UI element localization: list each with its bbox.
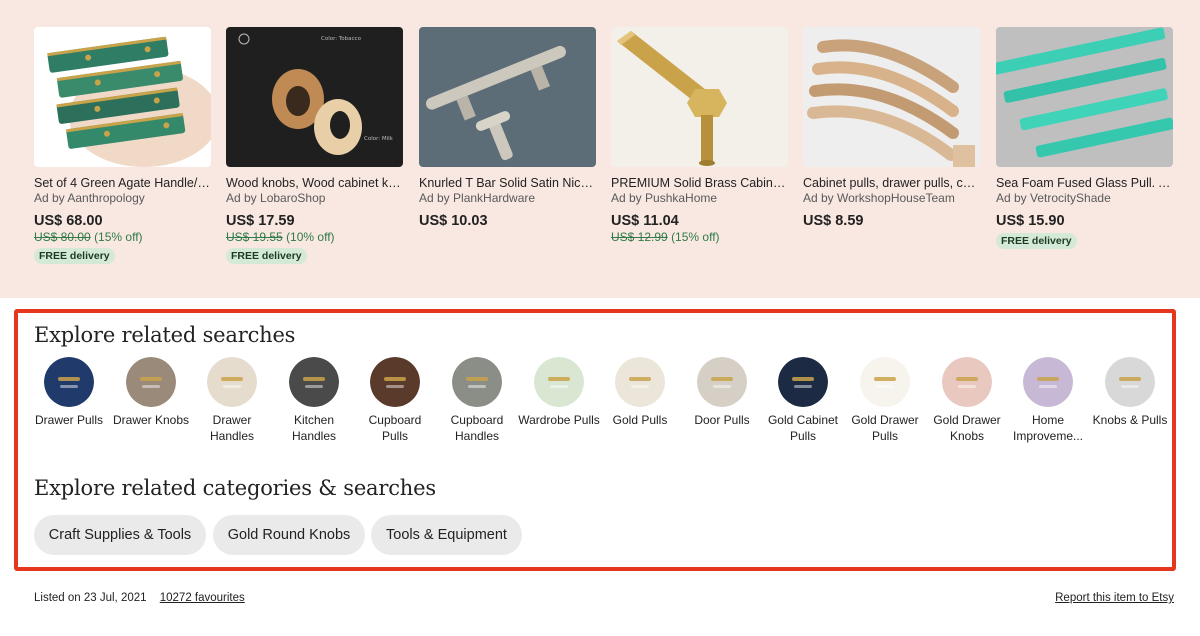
favourites-link[interactable]: 10272 favourites <box>160 592 245 604</box>
ad-title[interactable]: Set of 4 Green Agate Handle/P... <box>34 176 211 191</box>
ad-shop: Ad by PushkaHome <box>611 191 718 205</box>
related-search-item[interactable]: Drawer Handles <box>191 357 273 444</box>
ad-original-price: US$ 19.55 (10% off) <box>226 230 335 244</box>
ad-original-price: US$ 80.00 (15% off) <box>34 230 143 244</box>
related-search-label[interactable]: Wardrobe Pulls <box>518 413 600 429</box>
ad-title[interactable]: Knurled T Bar Solid Satin Nickel... <box>419 176 596 191</box>
ad-shop: Ad by WorkshopHouseTeam <box>803 191 955 205</box>
ad-card[interactable]: PREMIUM Solid Brass Cabinet H... Ad by P… <box>611 27 788 245</box>
listing-footer: Listed on 23 Jul, 2021 10272 favourites … <box>34 592 1174 604</box>
ad-title[interactable]: Sea Foam Fused Glass Pull. Arti... <box>996 176 1173 191</box>
ad-title[interactable]: Wood knobs, Wood cabinet kno... <box>226 176 403 191</box>
ad-price: US$ 8.59 <box>803 213 864 229</box>
related-search-item[interactable]: Gold Pulls <box>599 357 681 429</box>
cupboard-handles-thumb[interactable] <box>452 357 502 407</box>
gold-cabinet-pulls-thumb[interactable] <box>778 357 828 407</box>
related-search-item[interactable]: Wardrobe Pulls <box>518 357 600 429</box>
ad-image[interactable] <box>611 27 788 167</box>
related-search-label[interactable]: Drawer Handles <box>191 413 273 444</box>
ad-price: US$ 10.03 <box>419 213 488 229</box>
chip-gold-round-knobs[interactable]: Gold Round Knobs <box>213 515 365 555</box>
related-search-label[interactable]: Gold Cabinet Pulls <box>762 413 844 444</box>
ad-price: US$ 68.00 <box>34 213 103 229</box>
related-search-label[interactable]: Cupboard Handles <box>436 413 518 444</box>
drawer-handles-thumb[interactable] <box>207 357 257 407</box>
svg-text:Color: Tobacco: Color: Tobacco <box>321 36 362 42</box>
ad-image[interactable]: Color: Tobacco Color: Milk <box>226 27 403 167</box>
related-search-label[interactable]: Drawer Knobs <box>110 413 192 429</box>
report-item-link[interactable]: Report this item to Etsy <box>1055 592 1174 604</box>
kitchen-handles-thumb[interactable] <box>289 357 339 407</box>
free-delivery-badge: FREE delivery <box>996 233 1077 249</box>
related-search-item[interactable]: Home Improveme... <box>1007 357 1089 444</box>
svg-text:Color: Milk: Color: Milk <box>364 136 394 142</box>
ad-shop: Ad by VetrocityShade <box>996 191 1111 205</box>
sponsored-listings-band: Set of 4 Green Agate Handle/P... Ad by A… <box>0 0 1200 298</box>
free-delivery-badge: FREE delivery <box>226 248 307 264</box>
related-search-label[interactable]: Cupboard Pulls <box>354 413 436 444</box>
cupboard-pulls-thumb[interactable] <box>370 357 420 407</box>
chip-tools-equipment[interactable]: Tools & Equipment <box>371 515 522 555</box>
free-delivery-badge: FREE delivery <box>34 248 115 264</box>
related-search-item[interactable]: Drawer Knobs <box>110 357 192 429</box>
ad-card[interactable]: Cabinet pulls, drawer pulls, cab... Ad b… <box>803 27 980 230</box>
gold-pulls-thumb[interactable] <box>615 357 665 407</box>
drawer-pulls-thumb[interactable] <box>44 357 94 407</box>
ad-price: US$ 15.90 <box>996 213 1065 229</box>
chip-craft-supplies-tools[interactable]: Craft Supplies & Tools <box>34 515 206 555</box>
ad-title[interactable]: Cabinet pulls, drawer pulls, cab... <box>803 176 980 191</box>
wardrobe-pulls-thumb[interactable] <box>534 357 584 407</box>
related-searches-highlight: Explore related searches Drawer Pulls Dra… <box>14 309 1176 571</box>
ad-title[interactable]: PREMIUM Solid Brass Cabinet H... <box>611 176 788 191</box>
ad-shop: Ad by PlankHardware <box>419 191 536 205</box>
ad-image[interactable] <box>419 27 596 167</box>
related-search-item[interactable]: Drawer Pulls <box>28 357 110 429</box>
related-search-item[interactable]: Door Pulls <box>681 357 763 429</box>
ad-shop: Ad by LobaroShop <box>226 191 326 205</box>
ad-original-price: US$ 12.99 (15% off) <box>611 230 720 244</box>
knobs-pulls-thumb[interactable] <box>1105 357 1155 407</box>
home-improvement-thumb[interactable] <box>1023 357 1073 407</box>
ad-card[interactable]: Color: Tobacco Color: Milk Wood knobs, W… <box>226 27 403 264</box>
related-search-label[interactable]: Door Pulls <box>681 413 763 429</box>
related-searches-heading: Explore related searches <box>34 323 296 347</box>
related-search-label[interactable]: Gold Drawer Knobs <box>926 413 1008 444</box>
related-search-item[interactable]: Cupboard Pulls <box>354 357 436 444</box>
related-search-label[interactable]: Gold Drawer Pulls <box>844 413 926 444</box>
drawer-knobs-thumb[interactable] <box>126 357 176 407</box>
ad-image[interactable] <box>803 27 980 167</box>
related-search-item[interactable]: Gold Drawer Pulls <box>844 357 926 444</box>
ad-shop: Ad by Aanthropology <box>34 191 145 205</box>
related-search-item[interactable]: Gold Cabinet Pulls <box>762 357 844 444</box>
ad-price: US$ 17.59 <box>226 213 295 229</box>
related-search-item[interactable]: Cupboard Handles <box>436 357 518 444</box>
ad-price: US$ 11.04 <box>611 213 679 229</box>
gold-drawer-pulls-thumb[interactable] <box>860 357 910 407</box>
related-search-label[interactable]: Home Improveme... <box>1007 413 1089 444</box>
related-search-label[interactable]: Kitchen Handles <box>273 413 355 444</box>
ad-card[interactable]: Sea Foam Fused Glass Pull. Arti... Ad by… <box>996 27 1173 249</box>
related-categories-heading: Explore related categories & searches <box>34 476 436 500</box>
ad-image[interactable] <box>996 27 1173 167</box>
ad-card[interactable]: Set of 4 Green Agate Handle/P... Ad by A… <box>34 27 211 264</box>
ad-image[interactable] <box>34 27 211 167</box>
door-pulls-thumb[interactable] <box>697 357 747 407</box>
gold-drawer-knobs-thumb[interactable] <box>942 357 992 407</box>
related-search-label[interactable]: Gold Pulls <box>599 413 681 429</box>
related-search-label[interactable]: Knobs & Pulls <box>1089 413 1171 429</box>
listed-date: Listed on 23 Jul, 2021 <box>34 592 147 604</box>
related-search-item[interactable]: Gold Drawer Knobs <box>926 357 1008 444</box>
ad-card[interactable]: Knurled T Bar Solid Satin Nickel... Ad b… <box>419 27 596 230</box>
related-search-item[interactable]: Kitchen Handles <box>273 357 355 444</box>
related-search-item[interactable]: Knobs & Pulls <box>1089 357 1171 429</box>
related-search-label[interactable]: Drawer Pulls <box>28 413 110 429</box>
